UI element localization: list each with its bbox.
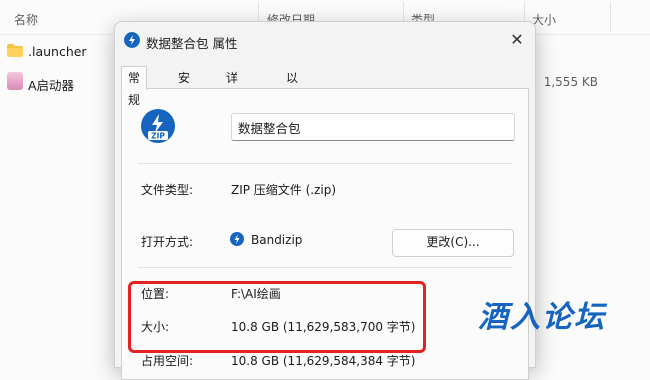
file-type-value: ZIP 压缩文件 (.zip) (231, 183, 337, 197)
open-with-label: 打开方式: (141, 235, 194, 249)
column-separator[interactable] (610, 2, 611, 32)
tab-details[interactable]: 详细信息 (219, 66, 245, 151)
file-name: A启动器 (28, 78, 75, 93)
zip-file-icon: ZIP (141, 109, 175, 143)
tab-general[interactable]: 常规 (121, 66, 148, 107)
svg-text:ZIP: ZIP (151, 132, 165, 141)
zip-file-icon (124, 32, 140, 48)
highlight-box (128, 281, 426, 353)
tab-security[interactable]: 安全 (171, 66, 197, 107)
dialog-titlebar[interactable]: 数据整合包 属性 ✕ (115, 22, 535, 60)
bandizip-icon (230, 232, 244, 246)
divider (138, 267, 512, 268)
column-size[interactable]: 大小 (532, 11, 556, 28)
dialog-title: 数据整合包 属性 (146, 36, 238, 51)
divider (138, 163, 512, 164)
open-with-value: Bandizip (251, 233, 303, 247)
app-icon (7, 72, 23, 90)
close-button[interactable]: ✕ (503, 26, 531, 54)
tab-previous-versions[interactable]: 以前的版本 (279, 66, 305, 173)
file-name: .launcher (28, 44, 87, 59)
column-name[interactable]: 名称 (14, 11, 38, 28)
file-name-input[interactable] (231, 113, 515, 141)
watermark: 酒入论坛 (478, 300, 606, 335)
file-size: 1,555 KB (543, 75, 598, 89)
folder-icon (7, 44, 23, 57)
change-button[interactable]: 更改(C)... (392, 229, 514, 257)
file-type-label: 文件类型: (141, 183, 194, 197)
